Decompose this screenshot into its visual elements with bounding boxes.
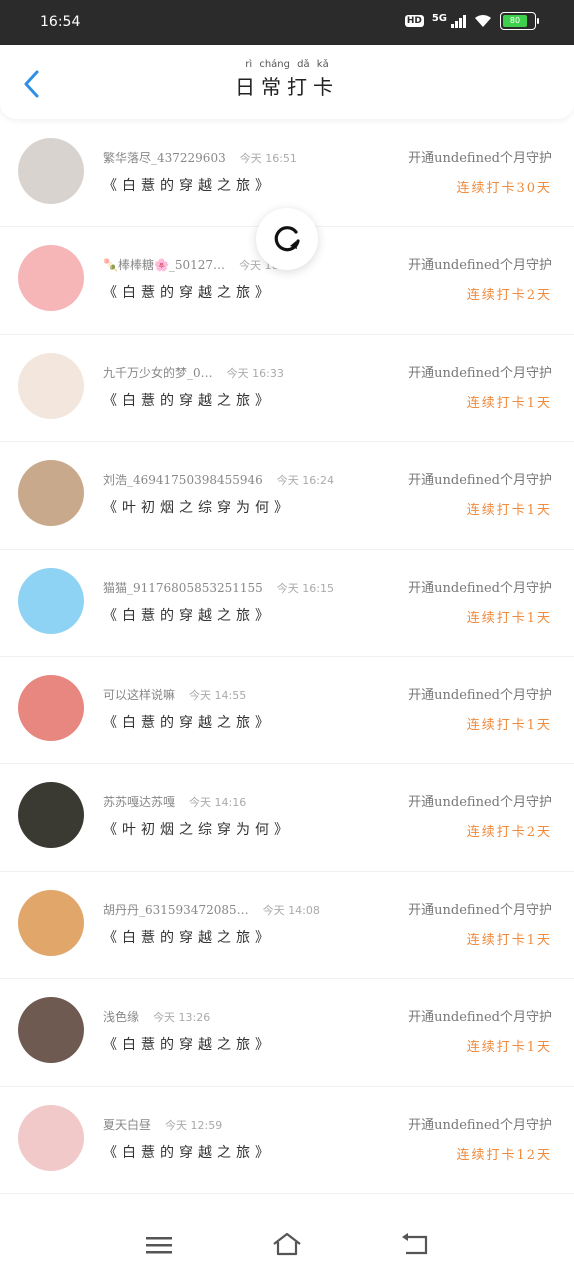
book-title[interactable]: 《白薏的穿越之旅》 [103, 605, 274, 625]
avatar[interactable] [18, 352, 84, 419]
user-nickname[interactable]: 浅色缘 [103, 1010, 139, 1024]
avatar[interactable] [18, 997, 84, 1064]
app-header: rì cháng dǎ kǎ 日常打卡 [0, 45, 574, 119]
guard-status: 开通undefined个月守护 [408, 1010, 552, 1026]
guard-status: 开通undefined个月守护 [408, 795, 552, 811]
refresh-icon [274, 226, 300, 252]
guard-status: 开通undefined个月守护 [408, 902, 552, 918]
guard-status: 开通undefined个月守护 [408, 258, 552, 274]
page-title: 日常打卡 [235, 75, 339, 99]
checkin-time: 今天 16:51 [239, 152, 297, 165]
user-nickname[interactable]: 九千万少女的梦_0… [103, 366, 213, 380]
guard-status: 开通undefined个月守护 [408, 473, 552, 489]
streak-count: 连续打卡1天 [466, 503, 552, 519]
checkin-time: 今天 14:16 [189, 796, 247, 810]
book-title[interactable]: 《叶初烟之综穿为何》 [103, 497, 293, 517]
streak-count: 连续打卡1天 [466, 610, 552, 626]
streak-count: 连续打卡12天 [456, 1147, 552, 1163]
user-nickname[interactable]: 刘浩_469417503984559​46 [103, 473, 263, 487]
guard-status: 开通undefined个月守护 [408, 580, 552, 596]
hd-icon: HD [404, 15, 424, 27]
book-title[interactable]: 《白薏的穿越之旅》 [103, 282, 274, 302]
network-type: 5G [431, 12, 447, 24]
avatar[interactable] [18, 567, 84, 634]
checkin-time: 今天 14:55 [189, 688, 247, 702]
checkin-time: 今天 13:26 [153, 1011, 211, 1025]
list-item[interactable]: 胡丹丹_631593472085… 今天 14:08 《白薏的穿越之旅》 开通un… [0, 872, 574, 980]
book-title[interactable]: 《白薏的穿越之旅》 [103, 712, 274, 732]
book-title[interactable]: 《白薏的穿越之旅》 [103, 1034, 274, 1054]
avatar[interactable] [18, 138, 84, 204]
user-nickname[interactable]: 猫猫_91176805853251155 [103, 581, 263, 595]
list-item[interactable]: 猫猫_91176805853251155 今天 16:15 《白薏的穿越之旅》 开… [0, 550, 574, 657]
avatar[interactable] [18, 1104, 84, 1171]
user-nickname[interactable]: 夏天白昼 [103, 1118, 151, 1132]
streak-count: 连续打卡1天 [466, 395, 552, 411]
list-item[interactable]: 夏天白昼 今天 12:59 《白薏的穿越之旅》 开通undefined个月守护 连… [0, 1087, 574, 1194]
home-icon [273, 1232, 301, 1256]
streak-count: 连续打卡1天 [466, 717, 552, 733]
list-item[interactable]: 苏苏嘎达苏嘎 今天 14:16 《叶初烟之综穿为何》 开通undefined个月守… [0, 764, 574, 872]
battery-icon: 80 [500, 12, 539, 30]
guard-status: 开通undefined个月守护 [408, 365, 552, 381]
list-item[interactable]: 刘浩_469417503984559​46 今天 16:24 《叶初烟之综穿为何》… [0, 442, 574, 550]
checkin-time: 今天 16:33 [226, 366, 284, 380]
user-nickname[interactable]: 可以这样说嘛 [103, 688, 175, 702]
book-title[interactable]: 《白薏的穿越之旅》 [103, 927, 274, 947]
checkin-time: 今天 16:24 [276, 474, 334, 488]
streak-count: 连续打卡2天 [466, 825, 552, 841]
checkin-time: 今天 12:59 [165, 1118, 223, 1132]
checkin-time: 今天 16:15 [276, 581, 334, 595]
return-icon [402, 1233, 428, 1255]
guard-status: 开通undefined个月守护 [408, 687, 552, 703]
streak-count: 连续打卡1天 [466, 1040, 552, 1056]
signal-icon [451, 14, 466, 28]
avatar[interactable] [18, 674, 84, 741]
battery-level: 80 [503, 15, 527, 27]
book-title[interactable]: 《叶初烟之综穿为何》 [103, 819, 293, 839]
checkin-time: 今天 14:08 [262, 903, 320, 917]
menu-icon [146, 1237, 172, 1254]
avatar[interactable] [18, 460, 84, 527]
back-nav-button[interactable] [397, 1230, 433, 1260]
home-nav-button[interactable] [269, 1230, 305, 1260]
streak-count: 连续打卡2天 [466, 288, 552, 304]
avatar[interactable] [18, 782, 84, 849]
page-title-pinyin: rì cháng dǎ kǎ [245, 59, 329, 70]
user-nickname[interactable]: 苏苏嘎达苏嘎 [103, 795, 175, 809]
streak-count: 连续打卡30天 [456, 181, 552, 196]
checkin-list: 繁华落尽_437229603 今天 16:51 《白薏的穿越之旅》 开通undef… [0, 120, 574, 1194]
book-title[interactable]: 《白薏的穿越之旅》 [103, 1142, 274, 1162]
list-item[interactable]: 九千万少女的梦_0… 今天 16:33 《白薏的穿越之旅》 开通undefined… [0, 335, 574, 443]
guard-status: 开通undefined个月守护 [408, 1117, 552, 1133]
refresh-button[interactable] [256, 208, 318, 270]
guard-status: 开通undefined个月守护 [408, 151, 552, 166]
wifi-icon [475, 14, 491, 27]
menu-nav-button[interactable] [141, 1230, 177, 1260]
user-nickname[interactable]: 胡丹丹_631593472085… [103, 903, 249, 917]
status-bar: 16:54 HD 5G 80 [0, 0, 574, 45]
user-nickname[interactable]: 繁华落尽_437229603 [103, 151, 226, 165]
book-title[interactable]: 《白薏的穿越之旅》 [103, 390, 274, 410]
user-nickname[interactable]: 🍡棒棒糖🌸_50127… [103, 258, 225, 272]
system-nav-bar [0, 1210, 574, 1280]
avatar[interactable] [18, 889, 84, 956]
streak-count: 连续打卡1天 [466, 932, 552, 948]
status-icons: HD 5G 80 [404, 12, 539, 30]
status-time: 16:54 [40, 14, 81, 30]
list-item[interactable]: 浅色缘 今天 13:26 《白薏的穿越之旅》 开通undefined个月守护 连续… [0, 979, 574, 1087]
book-title[interactable]: 《白薏的穿越之旅》 [103, 175, 274, 195]
avatar[interactable] [18, 245, 84, 312]
list-item[interactable]: 可以这样说嘛 今天 14:55 《白薏的穿越之旅》 开通undefined个月守护… [0, 657, 574, 765]
